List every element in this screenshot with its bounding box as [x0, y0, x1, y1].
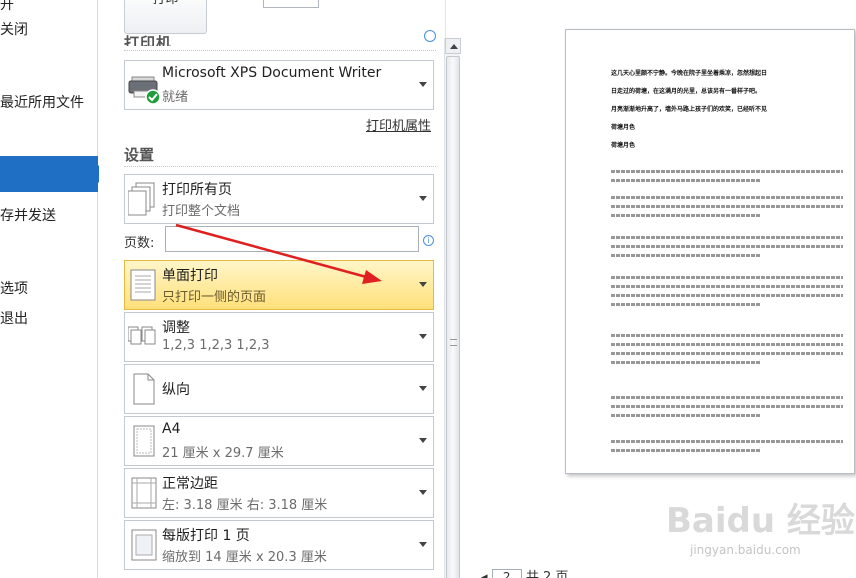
chevron-down-icon: [419, 386, 427, 391]
preview-line: 日走过的荷塘，在这满月的光里，总该另有一番样子吧。: [611, 88, 762, 95]
nav-item-exit[interactable]: 退出: [0, 308, 28, 328]
watermark-url: jingyan.baidu.com: [690, 543, 801, 557]
scroll-grip-icon: [450, 339, 457, 346]
chevron-down-icon: [419, 490, 427, 495]
print-settings-panel: 打印 打印机 Microsoft XPS Document Writer 就绪 …: [99, 0, 446, 578]
print-preview: 这几天心里颇不宁静。今晚在院子里坐着乘凉，忽然想起日 日走过的荷塘，在这满月的光…: [461, 0, 856, 578]
print-range-desc: 打印整个文档: [162, 204, 241, 219]
preview-line: 荷塘月色: [611, 124, 636, 131]
preview-text-line: [611, 303, 761, 306]
pages-per-sheet-label: 每版打印 1 页: [162, 528, 250, 544]
settings-heading: 设置: [124, 146, 155, 164]
pages-per-sheet-dropdown[interactable]: 每版打印 1 页 缩放到 14 厘米 x 20.3 厘米: [124, 520, 434, 570]
collation-dropdown[interactable]: 调整 1,2,3 1,2,3 1,2,3: [124, 312, 434, 362]
preview-text-line: [611, 245, 843, 248]
sides-label: 单面打印: [162, 268, 218, 284]
backstage-nav: 开 关闭 最近所用文件 存并发送 选项 退出: [0, 0, 107, 578]
chevron-down-icon: [419, 542, 427, 547]
preview-text-line: [611, 414, 761, 417]
pages-icon: [127, 181, 160, 217]
page-navigator: ◂ 2 共 2 页: [481, 566, 568, 578]
printer-icon: [128, 67, 161, 105]
printer-properties-link[interactable]: 打印机属性: [366, 115, 431, 134]
preview-line: 这几天心里颇不宁静。今晚在院子里坐着乘凉，忽然想起日: [611, 70, 768, 77]
portrait-icon: [128, 371, 160, 407]
orientation-label: 纵向: [162, 382, 190, 398]
preview-text-line: [611, 449, 761, 452]
copies-input[interactable]: [263, 0, 319, 8]
nav-item-options[interactable]: 选项: [0, 278, 28, 298]
sides-desc: 只打印一侧的页面: [162, 290, 267, 305]
preview-text-line: [611, 405, 843, 408]
pages-input[interactable]: [165, 226, 419, 252]
single-side-icon: [128, 267, 160, 303]
scroll-up-button[interactable]: [445, 38, 461, 54]
preview-text-line: [611, 196, 843, 199]
page-number-input[interactable]: 2: [491, 568, 522, 578]
pages-label: 页数:: [124, 236, 155, 251]
prev-page-icon[interactable]: ◂: [481, 570, 488, 578]
preview-text-line: [611, 170, 843, 173]
pages-per-sheet-icon: [128, 527, 160, 563]
chevron-down-icon: [419, 334, 427, 339]
preview-text-line: [611, 352, 843, 355]
watermark-logo-text: Baidu 经验: [666, 501, 855, 541]
orientation-dropdown[interactable]: 纵向: [124, 364, 434, 414]
preview-text-line: [611, 276, 843, 279]
divider: [124, 50, 436, 51]
print-button[interactable]: 打印: [124, 0, 207, 34]
paper-size-desc: 21 厘米 x 29.7 厘米: [162, 446, 284, 461]
preview-text-line: [611, 440, 843, 443]
scroll-thumb[interactable]: [446, 56, 460, 578]
preview-text-line: [611, 396, 843, 399]
nav-item-open[interactable]: 开: [0, 0, 14, 14]
preview-text-line: [611, 236, 843, 239]
chevron-down-icon: [419, 282, 427, 287]
preview-text-line: [611, 214, 761, 217]
margins-dropdown[interactable]: 正常边距 左: 3.18 厘米 右: 3.18 厘米: [124, 468, 434, 518]
collation-desc: 1,2,3 1,2,3 1,2,3: [162, 338, 270, 353]
preview-text-line: [611, 361, 761, 364]
collate-icon: [127, 319, 160, 355]
settings-scrollbar[interactable]: [444, 38, 461, 578]
preview-text-line: [611, 294, 843, 297]
printer-heading: 打印机: [124, 34, 173, 46]
preview-text-line: [611, 334, 843, 337]
preview-page[interactable]: 这几天心里颇不宁静。今晚在院子里坐着乘凉，忽然想起日 日走过的荷塘，在这满月的光…: [565, 29, 855, 474]
divider: [124, 166, 436, 167]
paper-size-icon: [128, 423, 160, 459]
page-total: 共 2 页: [525, 570, 569, 578]
preview-text-line: [611, 179, 761, 182]
margins-icon: [128, 475, 160, 511]
info-icon[interactable]: i: [423, 235, 434, 246]
preview-line: 月亮渐渐地升高了，墙外马路上孩子们的欢笑，已经听不见: [611, 106, 768, 113]
collation-label: 调整: [162, 320, 190, 336]
chevron-down-icon: [419, 82, 427, 87]
sides-dropdown[interactable]: 单面打印 只打印一侧的页面: [124, 260, 434, 310]
margins-desc: 左: 3.18 厘米 右: 3.18 厘米: [162, 498, 328, 513]
chevron-down-icon: [419, 196, 427, 201]
info-icon[interactable]: [424, 30, 436, 42]
printer-name: Microsoft XPS Document Writer: [162, 65, 382, 81]
preview-text-line: [611, 285, 843, 288]
nav-item-save-send[interactable]: 存并发送: [0, 205, 56, 225]
nav-item-recent[interactable]: 最近所用文件: [0, 92, 84, 112]
preview-text-line: [611, 343, 843, 346]
printer-status: 就绪: [162, 90, 189, 105]
nav-active-indicator: [0, 156, 107, 192]
nav-item-close[interactable]: 关闭: [0, 19, 28, 39]
baidu-watermark: Baidu 经验 jingyan.baidu.com: [666, 485, 855, 575]
preview-text-line: [611, 254, 761, 257]
print-button-label: 打印: [152, 0, 178, 7]
print-range-dropdown[interactable]: 打印所有页 打印整个文档: [124, 174, 434, 224]
paper-size-label: A4: [162, 421, 181, 437]
paper-size-dropdown[interactable]: A4 21 厘米 x 29.7 厘米: [124, 416, 434, 466]
printer-dropdown[interactable]: Microsoft XPS Document Writer 就绪: [124, 60, 434, 110]
preview-subtitle: 荷塘月色: [611, 142, 636, 149]
print-range-label: 打印所有页: [162, 182, 232, 198]
pages-per-sheet-desc: 缩放到 14 厘米 x 20.3 厘米: [162, 550, 327, 565]
chevron-down-icon: [419, 438, 427, 443]
margins-label: 正常边距: [162, 476, 218, 492]
preview-text-line: [611, 205, 843, 208]
